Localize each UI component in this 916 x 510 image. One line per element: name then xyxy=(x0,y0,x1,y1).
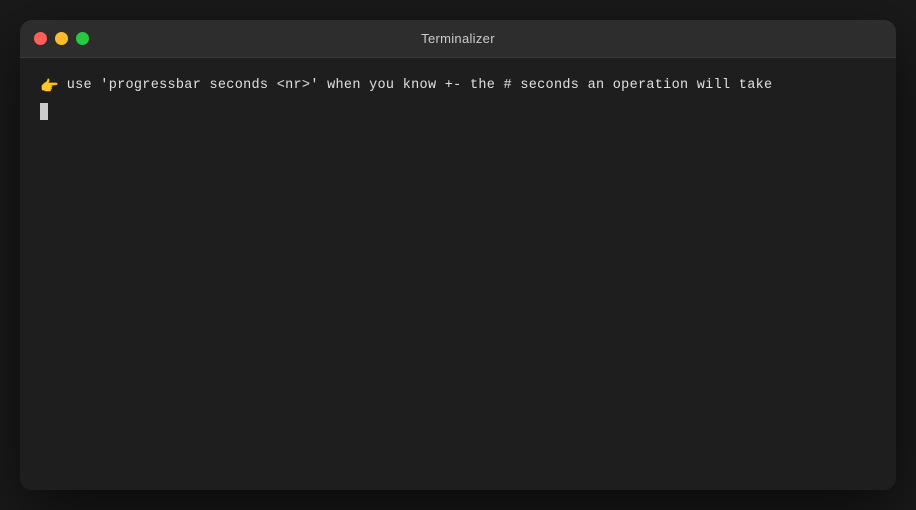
terminal-line-1: 👉 use 'progressbar seconds <nr>' when yo… xyxy=(40,76,876,99)
prompt-emoji: 👉 xyxy=(40,76,59,99)
terminal-window: Terminalizer 👉 use 'progressbar seconds … xyxy=(20,20,896,490)
cursor-line xyxy=(40,103,876,120)
title-bar: Terminalizer xyxy=(20,20,896,58)
window-title: Terminalizer xyxy=(421,31,495,46)
terminal-output-text: use 'progressbar seconds <nr>' when you … xyxy=(67,76,773,96)
maximize-button[interactable] xyxy=(76,32,89,45)
window-controls xyxy=(34,32,89,45)
terminal-body[interactable]: 👉 use 'progressbar seconds <nr>' when yo… xyxy=(20,58,896,490)
terminal-cursor xyxy=(40,103,48,120)
close-button[interactable] xyxy=(34,32,47,45)
minimize-button[interactable] xyxy=(55,32,68,45)
